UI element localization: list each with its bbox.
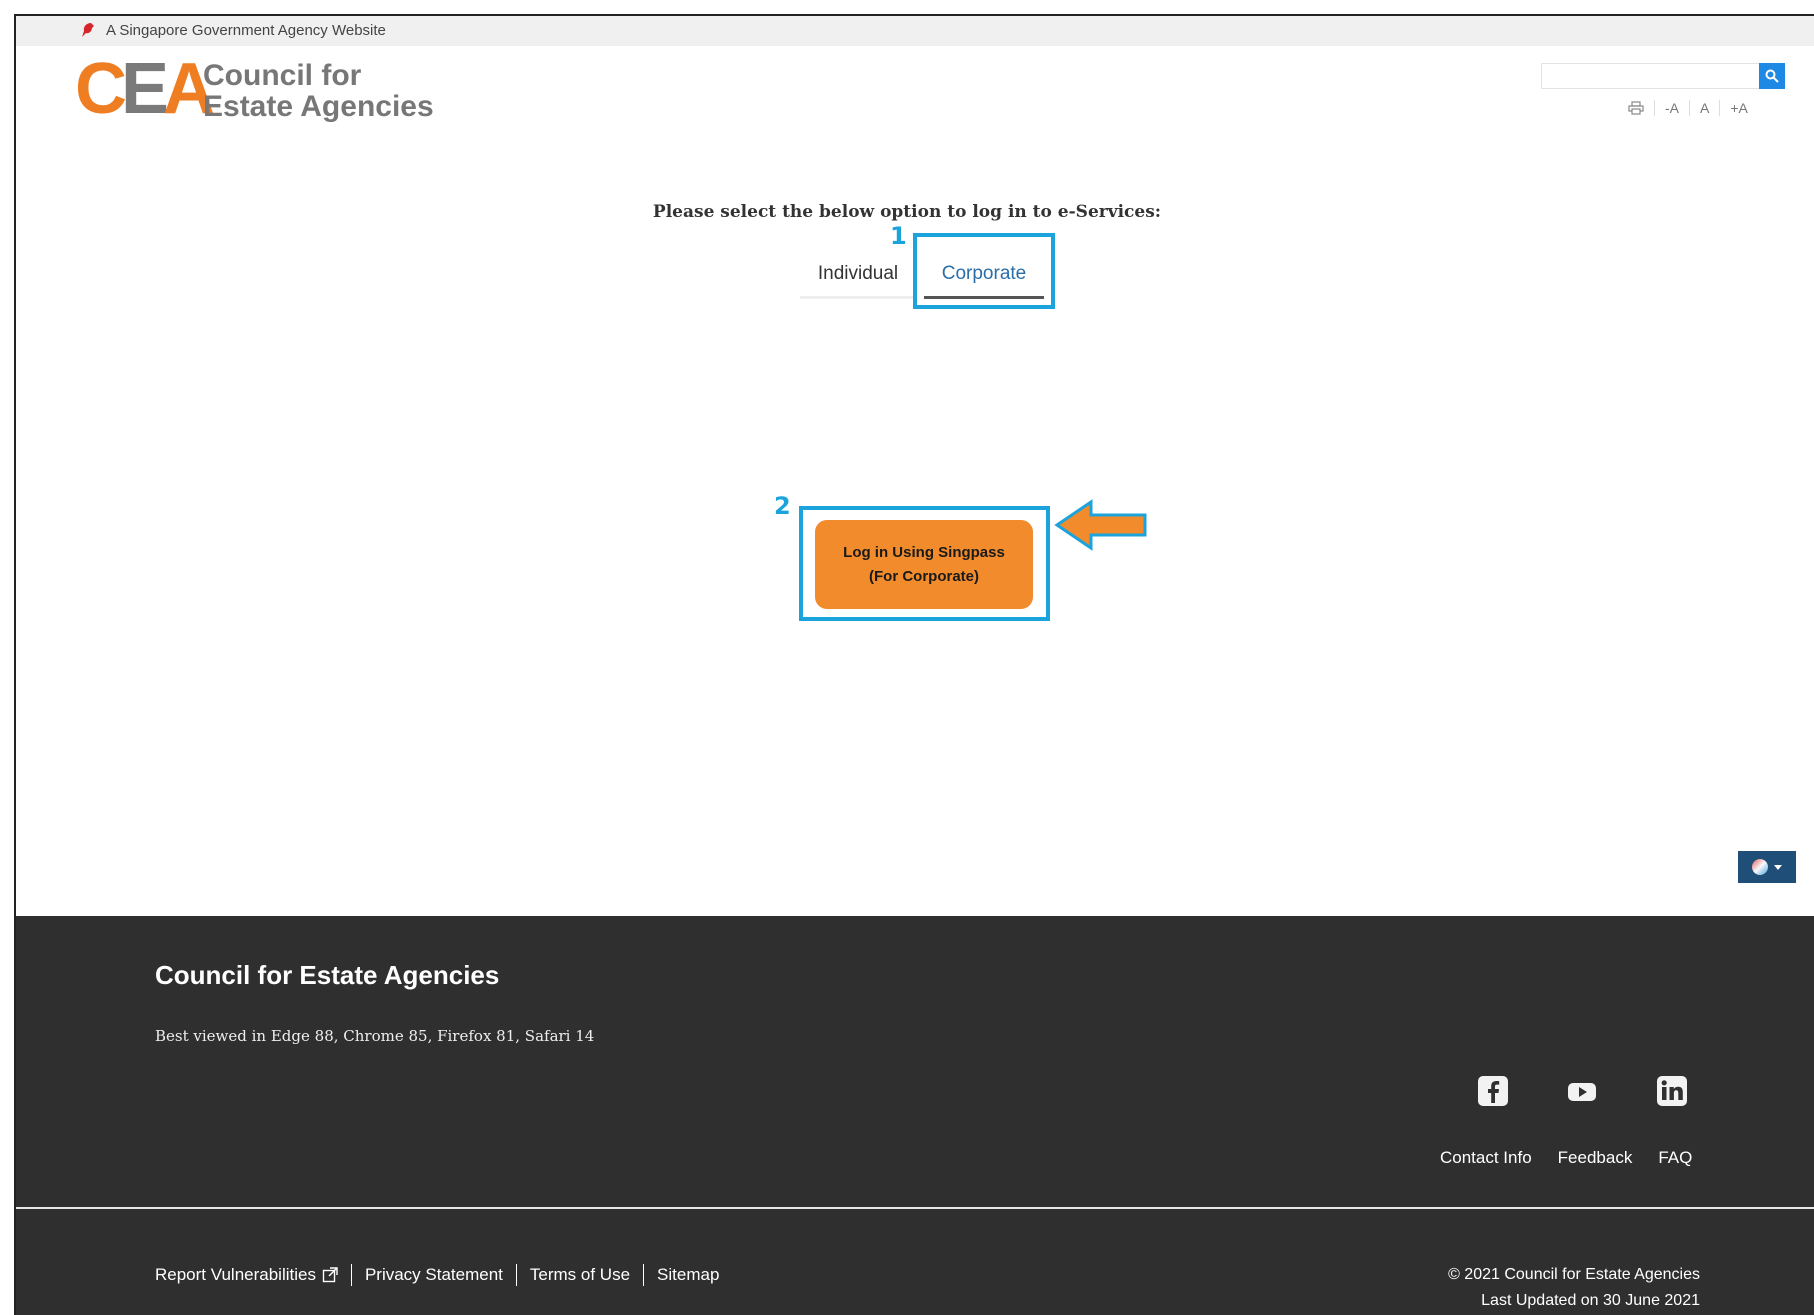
youtube-icon[interactable] — [1566, 1075, 1598, 1107]
reset-font-button[interactable]: A — [1700, 100, 1709, 116]
singpass-corporate-login-button[interactable]: Log in Using Singpass (For Corporate) — [815, 520, 1033, 609]
linkedin-icon[interactable] — [1656, 1075, 1688, 1107]
privacy-statement-link[interactable]: Privacy Statement — [365, 1265, 503, 1285]
facebook-icon[interactable] — [1477, 1075, 1509, 1107]
cea-logo[interactable]: CEA Council for Estate Agencies — [75, 49, 455, 129]
cea-logo-text: Council for Estate Agencies — [203, 59, 434, 123]
decrease-font-button[interactable]: -A — [1665, 100, 1679, 116]
search-button[interactable] — [1759, 63, 1785, 89]
government-banner-text: A Singapore Government Agency Website — [106, 22, 386, 39]
last-updated-text: Last Updated on 30 June 2021 — [1481, 1292, 1700, 1309]
page-tools: -A A +A — [1628, 98, 1748, 118]
copyright-block: © 2021 Council for Estate Agencies Last … — [1448, 1262, 1700, 1314]
government-banner: A Singapore Government Agency Website — [16, 16, 1814, 46]
browser-support-note: Best viewed in Edge 88, Chrome 85, Firef… — [155, 1027, 595, 1045]
external-link-icon — [322, 1267, 338, 1283]
cea-logo-mark: CEA — [75, 49, 215, 129]
footer-links: Contact Info Feedback FAQ — [1440, 1148, 1692, 1168]
feedback-link[interactable]: Feedback — [1558, 1148, 1633, 1168]
increase-font-button[interactable]: +A — [1730, 100, 1748, 116]
footer-divider — [16, 1207, 1814, 1209]
callout-number-1: 1 — [890, 222, 907, 250]
copyright-text: © 2021 Council for Estate Agencies — [1448, 1266, 1700, 1283]
callout-number-2: 2 — [774, 492, 791, 520]
faq-link[interactable]: FAQ — [1658, 1148, 1692, 1168]
lion-icon — [82, 23, 94, 37]
callout-box-1 — [913, 233, 1055, 309]
tab-individual[interactable]: Individual — [800, 252, 916, 299]
sitemap-link[interactable]: Sitemap — [657, 1265, 719, 1285]
search-input[interactable] — [1541, 63, 1785, 89]
footer-bottom-links: Report Vulnerabilities Privacy Statement… — [155, 1264, 719, 1286]
pointer-arrow-icon — [1054, 499, 1147, 551]
login-prompt: Please select the below option to log in… — [652, 202, 1162, 222]
report-vulnerabilities-link[interactable]: Report Vulnerabilities — [155, 1265, 316, 1285]
footer: Council for Estate Agencies Best viewed … — [16, 916, 1814, 1315]
footer-title: Council for Estate Agencies — [155, 960, 500, 990]
globe-icon — [1752, 859, 1768, 875]
chevron-down-icon — [1774, 864, 1782, 870]
terms-of-use-link[interactable]: Terms of Use — [530, 1265, 630, 1285]
language-selector[interactable] — [1738, 851, 1796, 883]
contact-info-link[interactable]: Contact Info — [1440, 1148, 1532, 1168]
print-icon[interactable] — [1628, 101, 1644, 115]
search-icon — [1765, 69, 1779, 83]
